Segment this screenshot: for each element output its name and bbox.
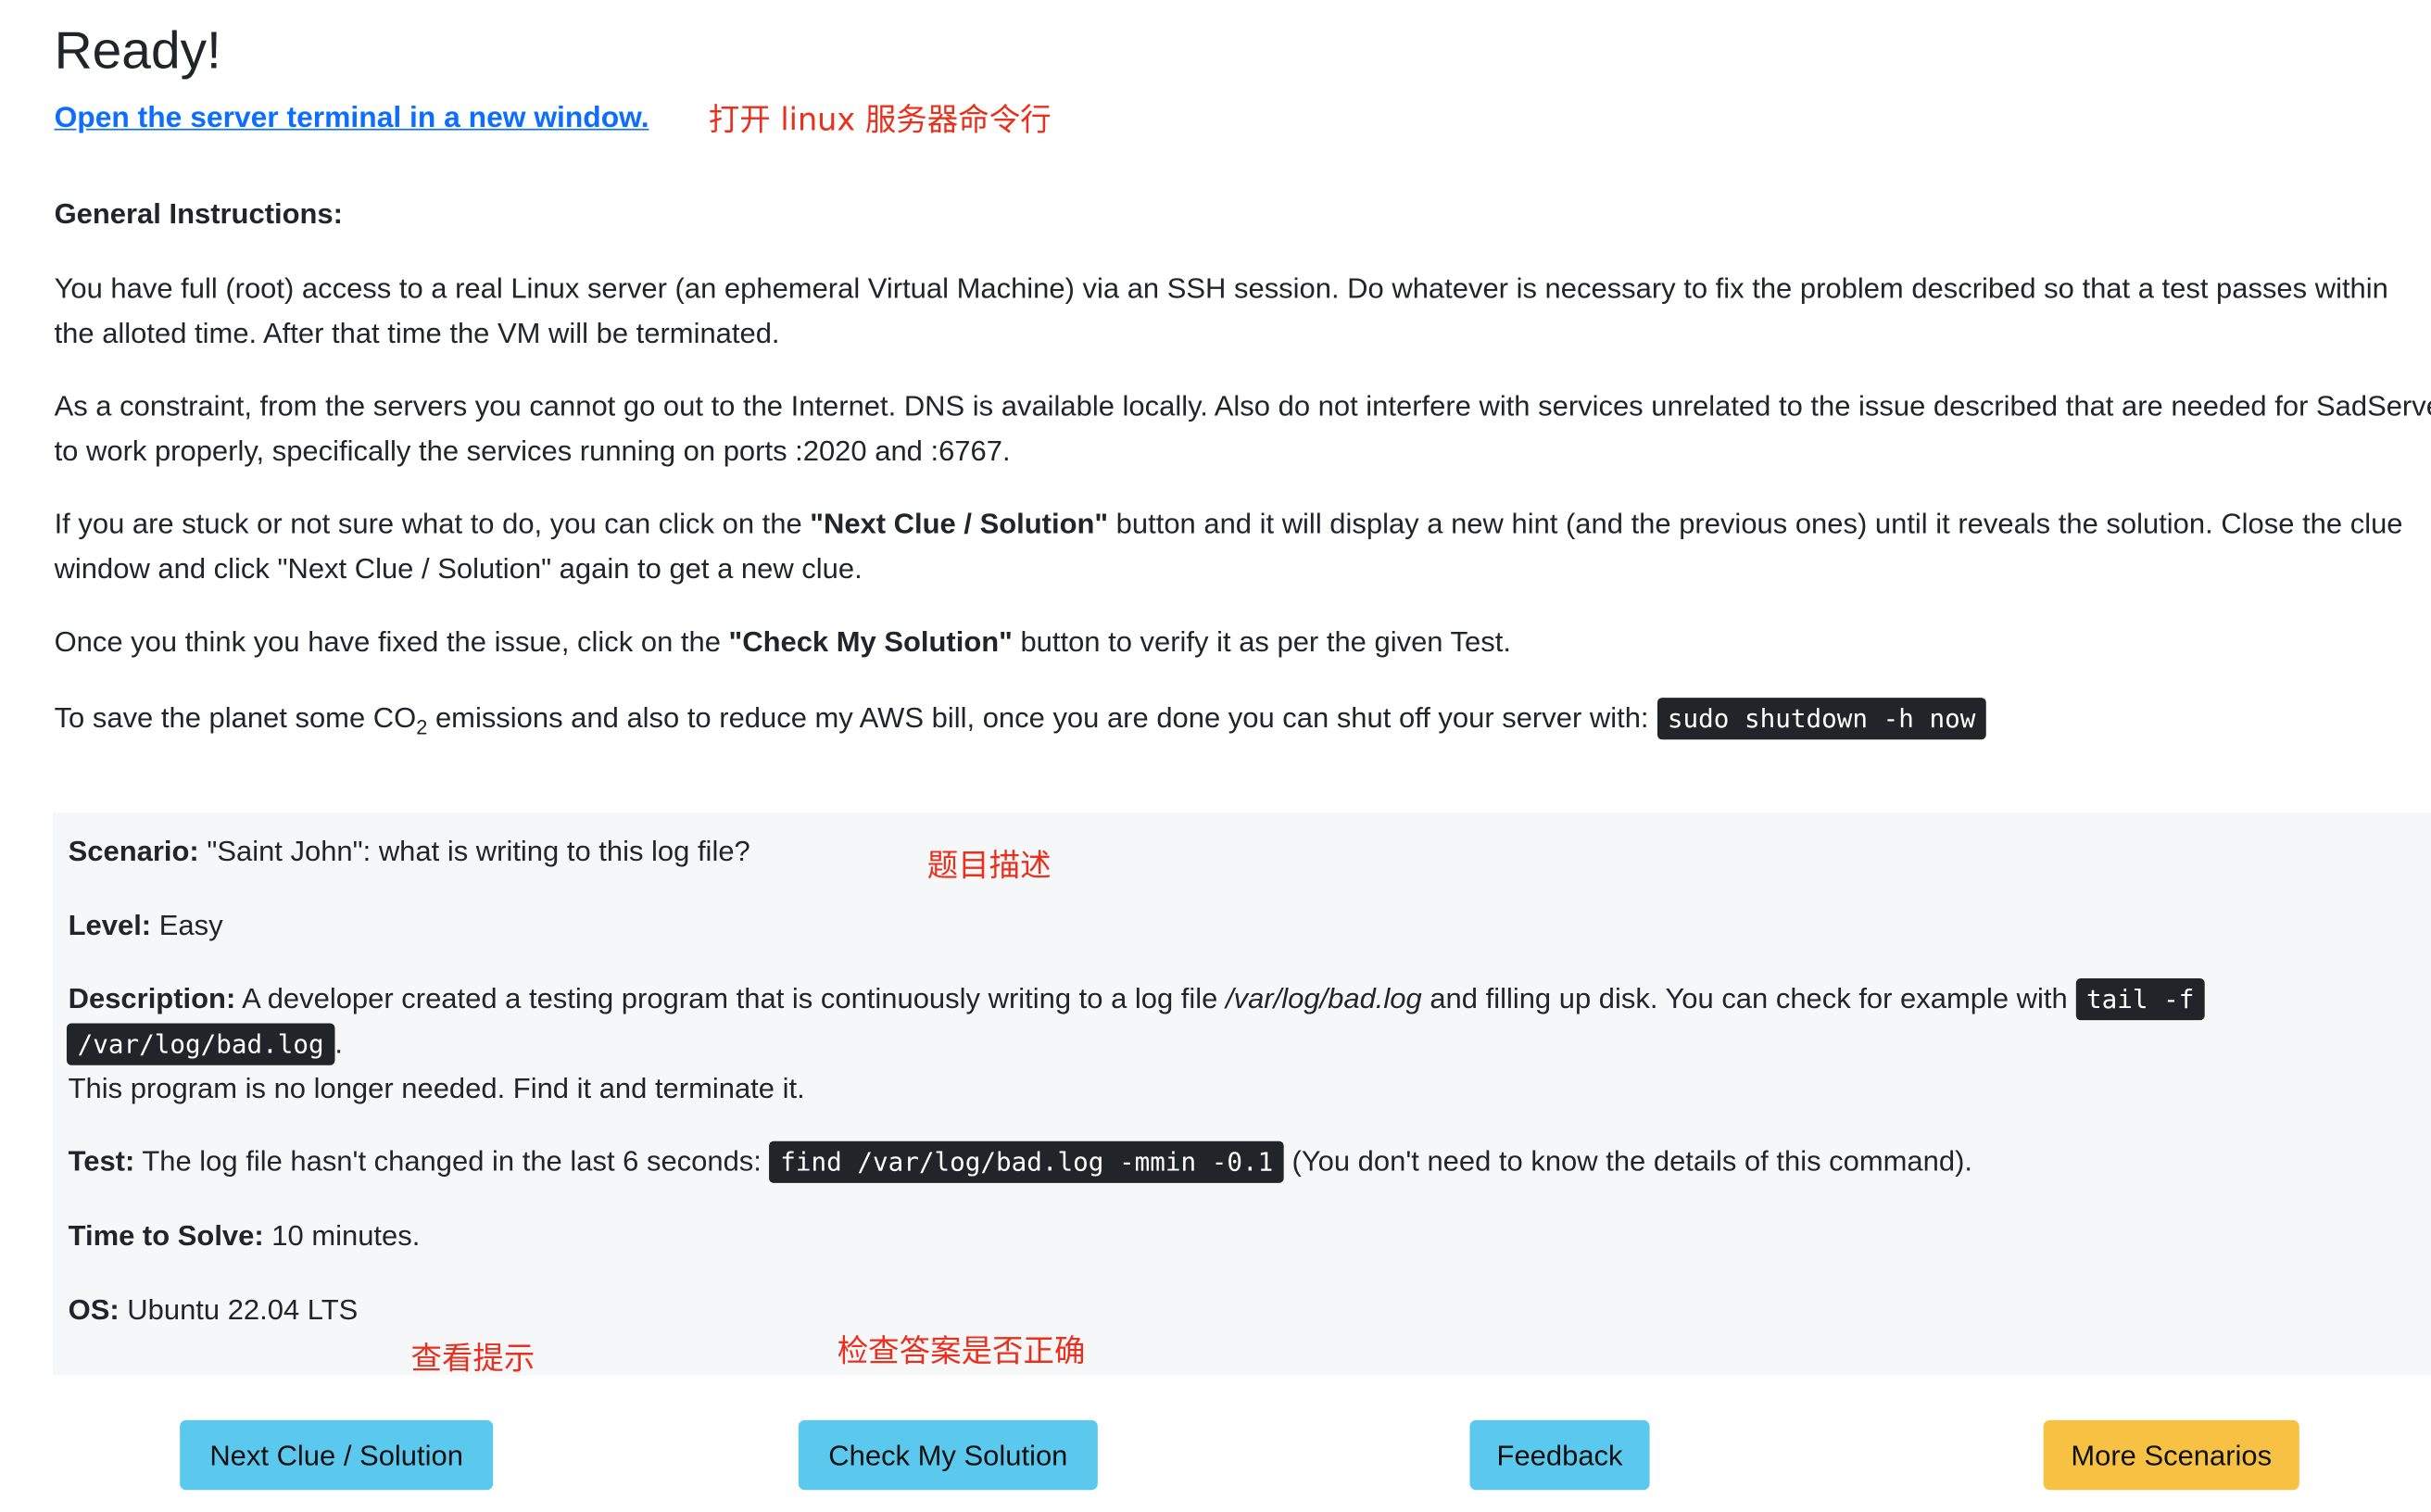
note-scenario-annotation: 题目描述 bbox=[926, 846, 1052, 884]
test-command: find /var/log/bad.log -mmin -0.1 bbox=[769, 1140, 1284, 1183]
instructions-paragraph-1: You have full (root) access to a real Li… bbox=[54, 271, 2388, 349]
level-value: Easy bbox=[151, 908, 223, 941]
instructions-paragraph-2: As a constraint, from the servers you ca… bbox=[54, 389, 2431, 467]
more-scenarios-button[interactable]: More Scenarios bbox=[2043, 1419, 2299, 1491]
time-value: 10 minutes. bbox=[263, 1218, 421, 1252]
page: Ready! Open the server terminal in a new… bbox=[0, 0, 2431, 1512]
description-text-1: A developer created a testing program th… bbox=[235, 981, 1227, 1014]
description-label: Description: bbox=[68, 981, 236, 1014]
time-label: Time to Solve: bbox=[68, 1218, 264, 1252]
level-label: Level: bbox=[68, 908, 152, 941]
p5-text-before: To save the planet some CO bbox=[54, 700, 417, 734]
test-label: Test: bbox=[68, 1144, 135, 1178]
tail-command-part1: tail -f bbox=[2075, 977, 2206, 1021]
scenario-label: Scenario: bbox=[68, 834, 199, 867]
test-row: Test: The log file hasn't changed in the… bbox=[69, 1138, 1972, 1184]
description-row: Description: A developer created a testi… bbox=[69, 976, 2206, 1022]
p5-text-after: emissions and also to reduce my AWS bill… bbox=[427, 700, 1657, 734]
description-row-3: This program is no longer needed. Find i… bbox=[68, 1071, 805, 1104]
description-period: . bbox=[334, 1026, 344, 1060]
shutdown-command: sudo shutdown -h now bbox=[1656, 698, 1987, 740]
p4-text-after: button to verify it as per the given Tes… bbox=[1012, 624, 1511, 658]
os-row: OS: Ubuntu 22.04 LTS bbox=[69, 1287, 359, 1332]
test-after: (You don't need to know the details of t… bbox=[1283, 1144, 1973, 1178]
note-clue-annotation: 查看提示 bbox=[410, 1339, 535, 1378]
co2-subscript: 2 bbox=[416, 715, 428, 739]
instructions-paragraph-5: To save the planet some CO2 emissions an… bbox=[55, 695, 2431, 750]
note-terminal-annotation: 打开 linux 服务器命令行 bbox=[708, 100, 1052, 138]
time-row: Time to Solve: 10 minutes. bbox=[69, 1213, 421, 1258]
note-check-annotation: 检查答案是否正确 bbox=[837, 1331, 1086, 1369]
os-value: Ubuntu 22.04 LTS bbox=[119, 1292, 359, 1326]
feedback-button[interactable]: Feedback bbox=[1469, 1419, 1650, 1491]
test-text: The log file hasn't changed in the last … bbox=[134, 1144, 770, 1178]
description-logfile: /var/log/bad.log bbox=[1226, 981, 1422, 1014]
p4-bold: "Check My Solution" bbox=[728, 624, 1013, 658]
description-row-2: /var/log/bad.log. bbox=[66, 1020, 344, 1066]
instructions-paragraph-4: Once you think you have fixed the issue,… bbox=[55, 619, 2431, 664]
description-text-2: and filling up disk. You can check for e… bbox=[1421, 981, 2076, 1014]
open-terminal-link[interactable]: Open the server terminal in a new window… bbox=[55, 102, 649, 136]
next-clue-button[interactable]: Next Clue / Solution bbox=[180, 1419, 494, 1491]
p3-bold: "Next Clue / Solution" bbox=[810, 507, 1109, 540]
page-title: Ready! bbox=[54, 21, 221, 82]
scenario-value: "Saint John": what is writing to this lo… bbox=[198, 834, 750, 867]
level-row: Level: Easy bbox=[69, 902, 223, 948]
scenario-row: Scenario: "Saint John": what is writing … bbox=[69, 828, 750, 874]
tail-command-part2: /var/log/bad.log bbox=[66, 1023, 335, 1065]
os-label: OS: bbox=[68, 1292, 120, 1326]
p3-text-before: If you are stuck or not sure what to do,… bbox=[54, 507, 811, 540]
instructions-paragraph-3: If you are stuck or not sure what to do,… bbox=[55, 501, 2431, 591]
general-instructions-heading: General Instructions: bbox=[54, 196, 343, 230]
check-solution-button[interactable]: Check My Solution bbox=[798, 1419, 1098, 1491]
p4-text-before: Once you think you have fixed the issue,… bbox=[54, 624, 729, 658]
